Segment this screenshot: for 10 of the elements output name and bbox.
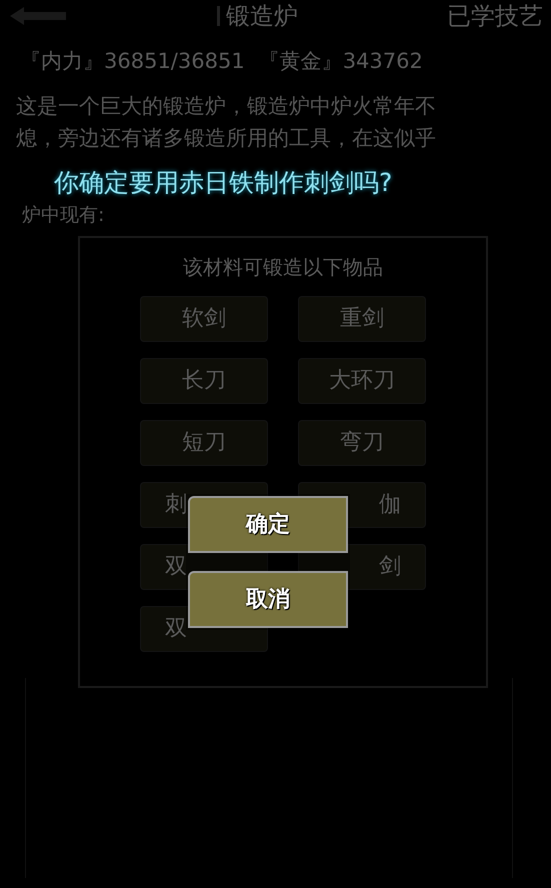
furnace-label: 炉中现有:: [22, 203, 106, 228]
description-line: 熄，旁边还有诸多锻造所用的工具，在这似乎: [16, 124, 437, 152]
stat-label: 『内力』: [20, 48, 104, 75]
stat-value: 343762: [342, 48, 423, 75]
stat-label: 『黄金』: [258, 48, 343, 75]
window-title: 锻造炉: [226, 1, 298, 32]
stat-value: 36851/36851: [104, 48, 245, 75]
panel-title: 该材料可锻造以下物品: [183, 254, 383, 280]
confirm-question: 你确定要用赤日铁制作刺剑吗?: [54, 166, 394, 198]
description-line: 这是一个巨大的锻造炉，锻造炉中炉火常年不: [16, 92, 437, 120]
